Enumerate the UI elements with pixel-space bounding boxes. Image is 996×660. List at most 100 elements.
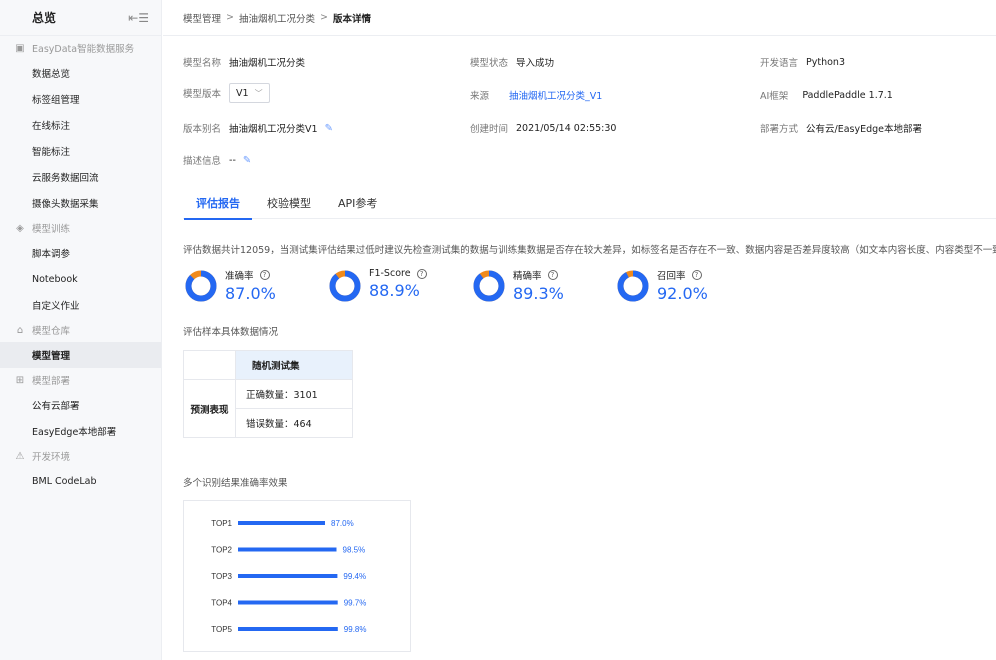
bar-value-label: 99.8% (344, 625, 367, 634)
metric-accuracy: 准确率? 87.0% (185, 268, 329, 303)
sidebar-group-label: 模型仓库 (32, 326, 71, 337)
info-deploy: 部署方式 公有云/EasyEdge本地部署 (760, 121, 922, 135)
sidebar-group-dev-env: ⚠ 开发环境 (0, 444, 161, 468)
metric-value: 88.9% (369, 281, 420, 300)
info-source: 来源 抽油烟机工况分类_V1 (470, 88, 602, 102)
bar-category-label: TOP3 (211, 572, 232, 581)
table-corner (183, 350, 236, 380)
edit-icon[interactable]: ✎ (243, 155, 251, 166)
breadcrumb-current: 版本详情 (332, 13, 371, 25)
model-status-label: 模型状态 (470, 58, 509, 69)
table-header: 随机测试集 (235, 350, 353, 380)
deploy-icon: ⊞ (15, 374, 25, 386)
help-icon[interactable]: ? (691, 270, 702, 280)
created-value: 2021/05/14 02:55:30 (516, 122, 617, 134)
sidebar-item-model-management[interactable]: 模型管理 (0, 342, 161, 368)
sidebar: 总览 ⇤☰ ▣ EasyData智能数据服务 数据总览 标签组管理 在线标注 智… (0, 0, 162, 660)
tab-bar: 评估报告 校验模型 API参考 (183, 186, 996, 220)
donut-chart (473, 270, 505, 302)
bar-value-label: 87.0% (331, 519, 354, 528)
tab-api-reference[interactable]: API参考 (338, 186, 377, 219)
desc-label: 描述信息 (183, 156, 222, 167)
deploy-label: 部署方式 (760, 124, 799, 135)
sidebar-item-script-tuning[interactable]: 脚本调参 (0, 240, 161, 266)
metric-value: 89.3% (513, 284, 564, 303)
sidebar-group-model-deploy: ⊞ 模型部署 (0, 368, 161, 392)
bar[interactable] (238, 574, 338, 578)
metric-label: F1-Score (369, 268, 411, 279)
info-alias: 版本别名 抽油烟机工况分类V1 ✎ (183, 121, 333, 136)
sidebar-item-notebook[interactable]: Notebook (0, 266, 161, 292)
breadcrumb-model-management[interactable]: 模型管理 (183, 11, 221, 25)
donut-value-arc (473, 270, 505, 302)
help-icon[interactable]: ? (416, 268, 427, 279)
help-icon[interactable]: ? (259, 270, 270, 280)
topk-accuracy-chart: TOP1 87.0% TOP2 98.5% TOP3 99.4% TOP4 99.7% TOP5… (183, 500, 411, 652)
table-cell-correct: 正确数量：3101 (235, 379, 353, 409)
bar-category-label: TOP5 (211, 625, 232, 634)
main-content: 模型管理 > 抽油烟机工况分类 > 版本详情 模型名称 抽油烟机工况分类 模型状… (163, 0, 996, 660)
sidebar-item-easyedge-deploy[interactable]: EasyEdge本地部署 (0, 418, 161, 444)
sidebar-title[interactable]: 总览 (32, 9, 56, 26)
table-row-header: 预测表现 (183, 379, 236, 438)
tab-verify-model[interactable]: 校验模型 (267, 186, 311, 219)
bar[interactable] (238, 521, 325, 525)
sidebar-item-smart-labeling[interactable]: 智能标注 (0, 138, 161, 164)
sidebar-group-model-repo: ⌂ 模型仓库 (0, 318, 161, 342)
bar[interactable] (238, 627, 338, 631)
donut-chart (329, 270, 361, 302)
sidebar-item-data-overview[interactable]: 数据总览 (0, 60, 161, 86)
alias-value: 抽油烟机工况分类V1 (229, 124, 318, 135)
dev-lang-value: Python3 (806, 56, 845, 68)
sidebar-item-cloud-deploy[interactable]: 公有云部署 (0, 392, 161, 418)
bar-value-label: 99.4% (343, 572, 366, 581)
bar-category-label: TOP4 (211, 599, 232, 608)
edit-icon[interactable]: ✎ (325, 123, 333, 134)
version-select-value: V1 (236, 87, 249, 99)
metric-recall: 召回率? 92.0% (617, 268, 761, 303)
bar-category-label: TOP1 (211, 519, 232, 528)
donut-value-arc (185, 270, 217, 302)
help-icon[interactable]: ? (547, 270, 558, 280)
breadcrumb-separator: > (320, 12, 328, 23)
breadcrumb-model-name[interactable]: 抽油烟机工况分类 (239, 11, 315, 25)
bar[interactable] (238, 547, 337, 552)
breadcrumb-separator: > (226, 12, 234, 23)
sidebar-item-bml-codelab[interactable]: BML CodeLab (0, 468, 161, 494)
chevron-down-icon: ﹀ (254, 88, 263, 98)
created-label: 创建时间 (470, 124, 509, 135)
info-desc: 描述信息 -- ✎ (183, 153, 251, 168)
donut-value-arc (329, 270, 361, 302)
info-model-name: 模型名称 抽油烟机工况分类 (183, 55, 305, 69)
model-name-label: 模型名称 (183, 58, 222, 69)
alias-label: 版本别名 (183, 124, 222, 135)
deploy-value: 公有云/EasyEdge本地部署 (806, 124, 923, 135)
model-status-value: 导入成功 (516, 58, 555, 69)
info-created: 创建时间 2021/05/14 02:55:30 (470, 121, 617, 136)
sidebar-item-label-groups[interactable]: 标签组管理 (0, 86, 161, 112)
metric-f1-score: F1-Score? 88.9% (329, 268, 473, 303)
sidebar-item-camera-collection[interactable]: 摄像头数据采集 (0, 190, 161, 216)
model-version-label: 模型版本 (183, 89, 222, 100)
bar-value-label: 99.7% (344, 599, 367, 608)
sidebar-item-custom-job[interactable]: 自定义作业 (0, 292, 161, 318)
version-select[interactable]: V1 ﹀ (229, 83, 270, 103)
model-name-value: 抽油烟机工况分类 (229, 58, 306, 69)
info-dev-lang: 开发语言 Python3 (760, 55, 845, 70)
donut-chart (617, 270, 649, 302)
donut-value-arc (617, 270, 649, 302)
cube-icon: ◈ (16, 222, 24, 234)
menu-collapse-icon[interactable]: ⇤☰ (128, 11, 149, 25)
sidebar-group-model-training: ◈ 模型训练 (0, 216, 161, 240)
info-framework: AI框架 PaddlePaddle 1.7.1 (760, 88, 893, 103)
sidebar-item-online-labeling[interactable]: 在线标注 (0, 112, 161, 138)
source-link[interactable]: 抽油烟机工况分类_V1 (509, 88, 602, 102)
sidebar-item-cloud-backflow[interactable]: 云服务数据回流 (0, 164, 161, 190)
tab-eval-report[interactable]: 评估报告 (184, 186, 252, 220)
image-icon: ▣ (15, 42, 25, 54)
bar[interactable] (238, 600, 338, 605)
framework-value: PaddlePaddle 1.7.1 (802, 89, 893, 101)
metric-value: 92.0% (657, 284, 708, 303)
metric-label: 召回率 (657, 271, 686, 282)
info-model-version: 模型版本 V1 ﹀ (183, 83, 270, 103)
